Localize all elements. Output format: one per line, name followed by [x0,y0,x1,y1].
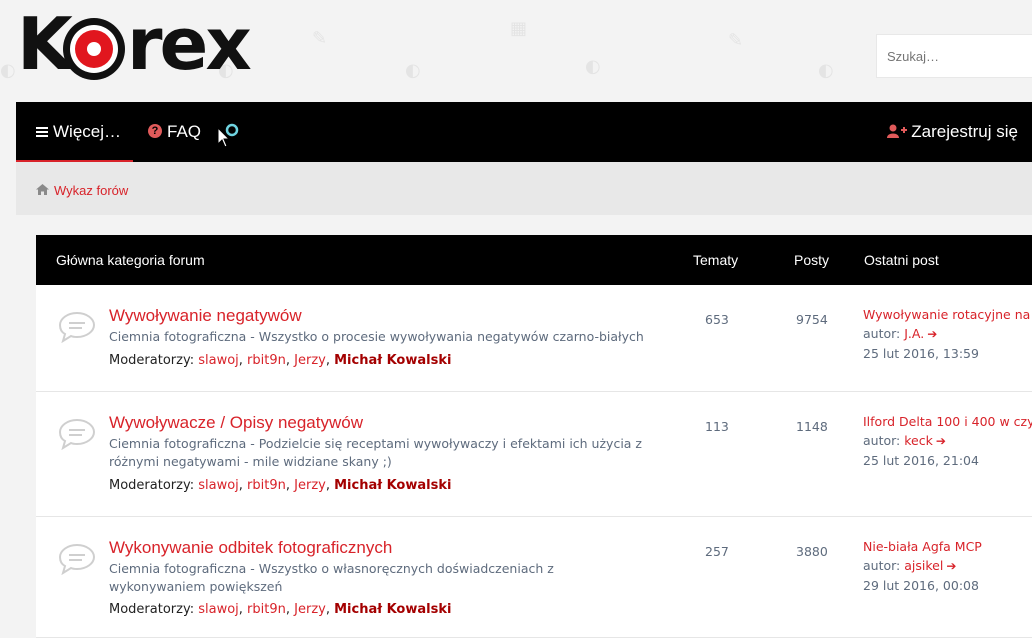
forum-row: Wywoływanie negatywów Ciemnia fotografic… [36,285,1032,392]
moderators-label: Moderatorzy: [109,478,195,493]
nav-faq-label: FAQ [167,122,202,141]
mouse-cursor-icon [217,122,243,154]
home-icon [36,184,49,196]
header-posts: Posty [794,252,830,268]
forum-moderators: Moderatorzy: slawoj, rbit9n, Jerzy, Mich… [109,602,452,617]
nav-register-label: Zarejestruj się [911,122,1018,141]
breadcrumb-home-link[interactable]: Wykaz forów [36,162,128,220]
topics-count: 653 [705,312,729,327]
moderators-label: Moderatorzy: [109,602,195,617]
forum-moderators: Moderatorzy: slawoj, rbit9n, Jerzy, Mich… [109,353,452,368]
logo-letters-rex: rex [127,2,252,86]
topics-count: 113 [705,419,729,434]
nav-more-menu[interactable]: Więcej… [36,102,121,162]
posts-count: 9754 [796,312,828,327]
last-post-title-link[interactable]: Ilford Delta 100 i 400 w czym. [863,412,1032,431]
header-category: Główna kategoria forum [56,252,205,268]
arrow-right-icon[interactable]: ➔ [927,325,937,344]
forum-title-link[interactable]: Wywoływacze / Opisy negatywów [109,413,363,433]
moderator-link[interactable]: rbit9n [247,602,286,617]
forum-row: Wykonywanie odbitek fotograficznych Ciem… [36,517,1032,638]
site-logo[interactable]: K rex [17,8,252,80]
moderator-link[interactable]: Michał Kowalski [334,353,451,368]
last-post-author-label: autor: [863,433,901,448]
last-post-author-label: autor: [863,558,901,573]
logo-lens-icon [63,18,125,80]
breadcrumb-home-label: Wykaz forów [54,183,129,198]
nav-faq-link[interactable]: ? FAQ [148,102,201,162]
last-post-author-link[interactable]: ajsikel [904,558,943,573]
moderator-link[interactable]: Jerzy [294,602,326,617]
last-post-date: 25 lut 2016, 13:59 [863,346,979,361]
forum-moderators: Moderatorzy: slawoj, rbit9n, Jerzy, Mich… [109,478,452,493]
header-last-post: Ostatni post [864,252,939,268]
last-post: Nie-biała Agfa MCP autor: ajsikel ➔ 29 lu… [863,537,982,595]
last-post-author-label: autor: [863,326,901,341]
moderator-link[interactable]: Michał Kowalski [334,478,451,493]
logo-letter-k: K [17,2,73,86]
forum-description: Ciemnia fotograficzna - Wszystko o własn… [109,561,554,594]
forum-row: Wywoływacze / Opisy negatywów Ciemnia fo… [36,392,1032,517]
last-post-author-link[interactable]: keck [904,433,933,448]
forum-description: Ciemnia fotograficzna - Podzielcie się r… [109,436,642,469]
forum-list-panel: Główna kategoria forum Tematy Posty Osta… [36,235,1032,638]
search-input[interactable] [876,34,1032,78]
last-post-author-link[interactable]: J.A. [904,326,924,341]
forum-title-link[interactable]: Wywoływanie negatywów [109,306,302,326]
moderator-link[interactable]: Jerzy [294,353,326,368]
question-circle-icon: ? [148,123,162,138]
header-topics: Tematy [693,252,739,268]
moderator-link[interactable]: slawoj [198,353,239,368]
moderator-link[interactable]: rbit9n [247,353,286,368]
arrow-right-icon[interactable]: ➔ [936,432,946,451]
comment-icon [58,418,96,450]
last-post-title-link[interactable]: Wywoływanie rotacyjne na ro [863,305,1032,324]
last-post-date: 25 lut 2016, 21:04 [863,453,979,468]
user-plus-icon [887,124,908,138]
forum-list-header: Główna kategoria forum Tematy Posty Osta… [36,235,1032,285]
nav-register-link[interactable]: Zarejestruj się [887,102,1018,162]
last-post: Ilford Delta 100 i 400 w czym. autor: ke… [863,412,1032,470]
moderator-link[interactable]: slawoj [198,602,239,617]
main-nav-bar: Więcej… ? FAQ Zarejestruj się [16,102,1032,164]
moderator-link[interactable]: slawoj [198,478,239,493]
moderators-label: Moderatorzy: [109,353,195,368]
nav-more-label: Więcej… [53,122,122,141]
comment-icon [58,543,96,575]
moderator-link[interactable]: rbit9n [247,478,286,493]
breadcrumb: Wykaz forów [16,162,1032,215]
topics-count: 257 [705,544,729,559]
bars-icon [36,126,48,137]
last-post: Wywoływanie rotacyjne na ro autor: J.A. ➔… [863,305,1032,363]
last-post-date: 29 lut 2016, 00:08 [863,578,979,593]
comment-icon [58,311,96,343]
posts-count: 3880 [796,544,828,559]
moderator-link[interactable]: Michał Kowalski [334,602,451,617]
last-post-title-link[interactable]: Nie-biała Agfa MCP [863,537,982,556]
posts-count: 1148 [796,419,828,434]
forum-description: Ciemnia fotograficzna - Wszystko o proce… [109,329,644,344]
arrow-right-icon[interactable]: ➔ [946,557,956,576]
moderator-link[interactable]: Jerzy [294,478,326,493]
forum-title-link[interactable]: Wykonywanie odbitek fotograficznych [109,538,392,558]
